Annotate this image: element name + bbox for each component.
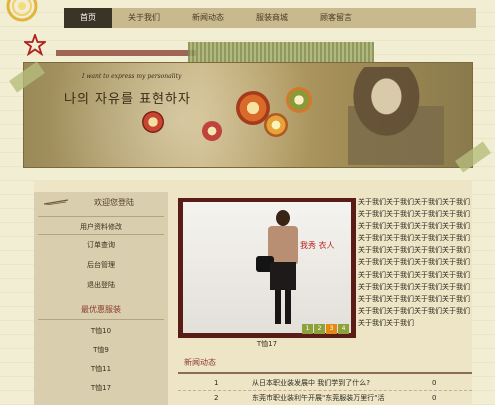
sidebar: 欢迎您登陆 用户资料修改 订单查询 后台管理 退出登陆 最优惠服装 T恤10 T…: [34, 192, 168, 405]
flower-decoration: [202, 121, 222, 141]
pager-button-active[interactable]: 3: [326, 324, 337, 334]
illustration-girl: [348, 67, 444, 165]
divider: [38, 216, 164, 217]
star-icon: [24, 34, 46, 56]
news-title-link[interactable]: 从日本职业装发展中 我们学到了什么?: [252, 376, 370, 390]
sidebar-link-logout[interactable]: 退出登陆: [34, 280, 168, 290]
login-heading: 欢迎您登陆: [34, 192, 168, 214]
divider: [38, 319, 164, 320]
divider: [38, 234, 164, 235]
news-title-link[interactable]: 东莞市职业装利午开展"东莞服装万里行"活: [252, 391, 384, 405]
sidebar-link-profile[interactable]: 用户资料修改: [34, 222, 168, 232]
sidebar-link-admin[interactable]: 后台管理: [34, 260, 168, 270]
model-figure: [270, 262, 296, 290]
decorative-checker-strip: [188, 42, 374, 62]
nav-shop[interactable]: 服装商城: [240, 8, 304, 28]
sidebar-link-orders[interactable]: 订单查询: [34, 240, 168, 250]
nav-home[interactable]: 首页: [64, 8, 112, 28]
decorative-stripe: [56, 50, 196, 56]
pager-button[interactable]: 1: [302, 324, 313, 334]
hero-banner: I want to express my personality 나의 자유를 …: [23, 62, 473, 168]
flower-decoration: [142, 111, 164, 133]
nav-about[interactable]: 关于我们: [112, 8, 176, 28]
pager-button[interactable]: 2: [314, 324, 325, 334]
news-number: 2: [214, 394, 219, 402]
recommend-heading: 最优惠服装: [81, 305, 121, 314]
banner-tagline: 나의 자유를 표현하자: [64, 92, 191, 107]
model-figure: [276, 210, 290, 226]
banner-subtagline: I want to express my personality: [82, 73, 182, 80]
nav-guestbook[interactable]: 顾客留言: [304, 8, 368, 28]
flower-decoration: [286, 87, 312, 113]
news-row: 1 从日本职业装发展中 我们学到了什么? 0: [178, 376, 472, 391]
top-nav: 首页 关于我们 新闻动态 服装商城 顾客留言: [64, 8, 476, 28]
product-link[interactable]: T恤11: [34, 364, 168, 374]
news-count: 0: [432, 394, 437, 402]
model-figure: [275, 290, 291, 324]
product-link[interactable]: T恤17: [34, 383, 168, 393]
login-heading-label: 欢迎您登陆: [94, 198, 134, 207]
product-link[interactable]: T恤9: [34, 345, 168, 355]
nav-news[interactable]: 新闻动态: [176, 8, 240, 28]
product-link[interactable]: T恤10: [34, 326, 168, 336]
news-divider: [178, 372, 472, 374]
featured-caption[interactable]: T恤17: [178, 338, 356, 350]
swirl-logo-icon: [6, 0, 38, 22]
news-count: 0: [432, 379, 437, 387]
pager-button[interactable]: 4: [338, 324, 349, 334]
news-number: 1: [214, 379, 219, 387]
photo-watermark: 我秀 衣人: [300, 241, 335, 250]
pen-icon: [44, 199, 68, 205]
slideshow-pager: 1 2 3 4: [302, 324, 349, 334]
news-heading: 新闻动态: [184, 358, 216, 367]
flower-decoration: [264, 113, 288, 137]
about-text: 关于我们关于我们关于我们关于我们关于我们关于我们关于我们关于我们关于我们关于我们…: [358, 198, 470, 327]
news-row: 2 东莞市职业装利午开展"东莞服装万里行"活 0: [178, 391, 472, 405]
